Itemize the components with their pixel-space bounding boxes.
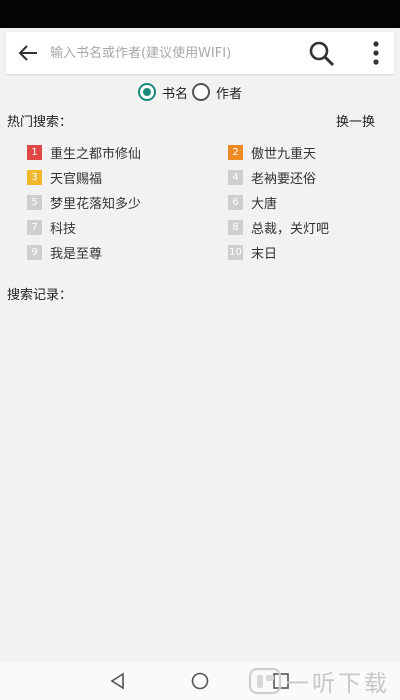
rank-badge: 2 — [228, 144, 243, 160]
watermark: 一听下载 — [248, 662, 400, 700]
hot-search-item[interactable]: 5 梦里花落知多少 — [27, 192, 141, 212]
hot-search-label: 重生之都市修仙 — [50, 146, 142, 162]
rank-badge: 3 — [27, 169, 42, 185]
hot-search-label: 我是至尊 — [50, 246, 103, 262]
hot-search-label: 大唐 — [251, 196, 278, 212]
hot-search-item[interactable]: 10 末日 — [228, 242, 277, 262]
radio-author[interactable]: 作者 — [192, 83, 242, 102]
rank-badge: 10 — [228, 244, 243, 260]
refresh-button[interactable]: 换一换 — [336, 111, 375, 130]
hot-search-item[interactable]: 3 天官赐福 — [27, 167, 102, 187]
nav-back-button[interactable] — [107, 670, 129, 692]
radio-checked-icon — [138, 83, 156, 101]
rank-badge: 8 — [228, 219, 243, 235]
triangle-back-icon — [110, 672, 124, 690]
hot-search-label: 天官赐福 — [50, 171, 103, 187]
rank-badge: 4 — [228, 169, 243, 185]
search-history-title: 搜索记录： — [7, 288, 73, 303]
radio-label: 作者 — [216, 86, 243, 102]
search-icon — [309, 41, 335, 67]
nav-home-button[interactable] — [189, 670, 211, 692]
hot-search-label: 末日 — [251, 246, 278, 262]
hot-search-item[interactable]: 4 老衲要还俗 — [228, 167, 316, 187]
hot-search-label: 科技 — [50, 221, 77, 237]
watermark-text: 一听下载 — [286, 671, 390, 697]
more-options-button[interactable] — [363, 38, 389, 68]
rank-badge: 1 — [27, 144, 42, 160]
radio-unchecked-icon — [192, 83, 211, 101]
search-bar — [6, 32, 394, 74]
search-type-group: 书名 作者 — [138, 80, 246, 104]
hot-search-item[interactable]: 2 傲世九重天 — [228, 142, 316, 162]
circle-home-icon — [191, 672, 209, 690]
rank-badge: 7 — [27, 219, 42, 235]
more-vertical-icon — [373, 41, 379, 65]
watermark-logo-icon — [248, 667, 282, 695]
radio-label: 书名 — [162, 86, 189, 102]
search-button[interactable] — [305, 38, 339, 68]
search-input[interactable] — [46, 40, 304, 66]
hot-search-title: 热门搜索： — [7, 115, 73, 130]
rank-badge: 6 — [228, 194, 243, 210]
radio-book-name[interactable]: 书名 — [138, 83, 188, 102]
hot-search-item[interactable]: 7 科技 — [27, 217, 76, 237]
hot-search-label: 总裁，关灯吧 — [251, 221, 330, 237]
rank-badge: 9 — [27, 244, 42, 260]
hot-search-label: 傲世九重天 — [251, 146, 317, 162]
rank-badge: 5 — [27, 194, 42, 210]
hot-search-label: 老衲要还俗 — [251, 171, 317, 187]
hot-search-label: 梦里花落知多少 — [50, 196, 142, 212]
hot-search-item[interactable]: 9 我是至尊 — [27, 242, 102, 262]
hot-search-item[interactable]: 8 总裁，关灯吧 — [228, 217, 329, 237]
arrow-left-icon — [18, 45, 37, 61]
status-bar — [0, 0, 400, 28]
hot-search-item[interactable]: 6 大唐 — [228, 192, 277, 212]
back-button[interactable] — [12, 38, 44, 68]
hot-search-item[interactable]: 1 重生之都市修仙 — [27, 142, 141, 162]
